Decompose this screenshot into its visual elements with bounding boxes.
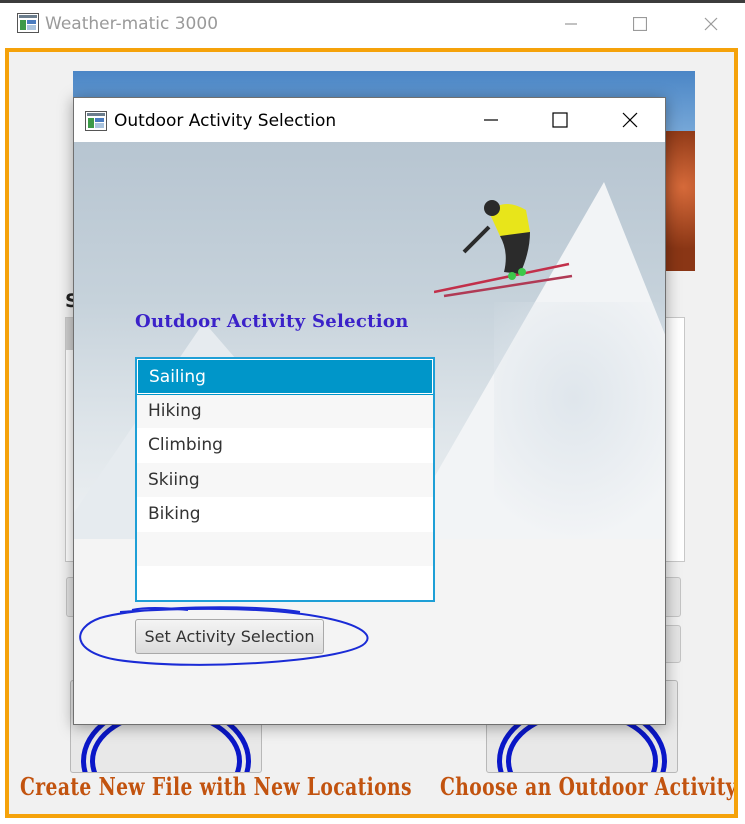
choose-activity-caption: Choose an Outdoor Activity — [440, 772, 738, 801]
maximize-icon[interactable] — [548, 108, 572, 132]
create-new-file-caption: Create New File with New Locations — [20, 772, 412, 801]
close-icon[interactable] — [618, 108, 642, 132]
minimize-icon[interactable] — [559, 12, 583, 36]
snow-shading — [494, 302, 665, 539]
close-icon[interactable] — [699, 12, 723, 36]
maximize-icon[interactable] — [628, 12, 652, 36]
main-window-title: Weather-matic 3000 — [45, 14, 219, 34]
main-window-border — [0, 0, 745, 3]
list-item-skiing[interactable]: Skiing — [137, 462, 433, 497]
list-item-biking[interactable]: Biking — [137, 497, 433, 532]
app-window-icon — [17, 13, 39, 37]
outdoor-activity-dialog: Outdoor Activity Selection Outdoor Activ… — [73, 97, 666, 725]
list-item-sailing[interactable]: Sailing — [137, 359, 433, 395]
dialog-heading: Outdoor Activity Selection — [135, 311, 409, 332]
activity-list[interactable]: Sailing Hiking Climbing Skiing Biking — [135, 357, 435, 602]
app-window-icon — [85, 111, 107, 135]
dialog-titlebar: Outdoor Activity Selection — [74, 98, 665, 142]
list-item-climbing[interactable]: Climbing — [137, 428, 433, 463]
list-item-empty — [137, 531, 433, 566]
list-item-empty — [137, 566, 433, 600]
minimize-icon[interactable] — [479, 108, 503, 132]
list-item-hiking[interactable]: Hiking — [137, 393, 433, 428]
dialog-title: Outdoor Activity Selection — [114, 111, 337, 131]
skier-graphic — [434, 200, 573, 298]
set-activity-selection-button[interactable]: Set Activity Selection — [135, 619, 324, 654]
main-titlebar: Weather-matic 3000 — [0, 0, 745, 48]
